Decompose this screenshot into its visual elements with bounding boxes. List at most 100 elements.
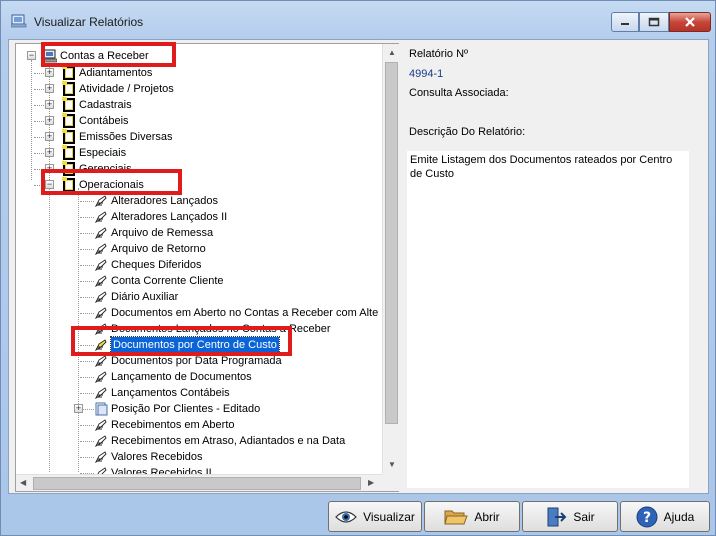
tree-report-label: Posição Por Clientes - Editado <box>111 403 261 415</box>
close-button[interactable] <box>669 12 711 32</box>
expand-icon[interactable]: + <box>45 100 54 109</box>
tree-report-item[interactable]: Diário Auxiliar <box>16 289 382 305</box>
tree-report-item[interactable]: Lançamento de Documentos <box>16 369 382 385</box>
expand-icon[interactable]: + <box>45 116 54 125</box>
tree-report-item[interactable]: Documentos Lançados no Contas a Receber <box>16 321 382 337</box>
tree-report-item[interactable]: Valores Recebidos II <box>16 465 382 474</box>
report-number-value: 4994-1 <box>409 68 444 80</box>
tree-category[interactable]: + Especiais <box>16 145 382 161</box>
tree-report-label: Alteradores Lançados <box>111 195 219 207</box>
tree-report-item[interactable]: Documentos por Data Programada <box>16 353 382 369</box>
tree-horizontal-scrollbar[interactable]: ◀ ▶ <box>16 474 382 491</box>
report-pen-icon <box>94 275 107 288</box>
report-pen-icon <box>94 355 107 368</box>
client-area: − Contas a Receber + Adiantamentos + Ativid… <box>8 39 709 494</box>
report-tree-panel: − Contas a Receber + Adiantamentos + Ativid… <box>15 43 399 492</box>
report-pen-icon <box>95 402 108 416</box>
collapse-icon[interactable]: − <box>27 51 36 60</box>
open-button[interactable]: Abrir <box>424 501 520 532</box>
tree-category[interactable]: + Gerenciais <box>16 161 382 177</box>
exit-button[interactable]: Sair <box>522 501 618 532</box>
tree-category-label: Adiantamentos <box>79 67 153 79</box>
tree-report-item[interactable]: + Posição Por Clientes - Editado <box>16 401 382 417</box>
report-pen-icon <box>94 435 107 448</box>
folder-icon <box>62 113 75 128</box>
report-pen-icon <box>94 211 107 224</box>
expand-icon[interactable]: + <box>45 132 54 141</box>
collapse-icon[interactable]: − <box>45 180 54 189</box>
tree-category[interactable]: + Cadastrais <box>16 97 382 113</box>
report-pen-icon <box>94 195 107 208</box>
report-pen-icon <box>94 243 107 256</box>
horizontal-scroll-thumb[interactable] <box>33 477 361 490</box>
report-pen-icon <box>94 227 107 240</box>
tree-report-item[interactable]: Alteradores Lançados <box>16 193 382 209</box>
vertical-scroll-thumb[interactable] <box>385 62 398 424</box>
tree-report-label: Valores Recebidos II <box>111 467 212 474</box>
tree-category[interactable]: + Contábeis <box>16 113 382 129</box>
tree-report-item[interactable]: Conta Corrente Cliente <box>16 273 382 289</box>
tree-vertical-scrollbar[interactable]: ▲ ▼ <box>382 44 399 474</box>
maximize-button[interactable] <box>639 12 669 32</box>
report-pen-icon <box>94 387 107 400</box>
description-textbox[interactable]: Emite Listagem dos Documentos rateados p… <box>407 151 689 488</box>
maximize-icon <box>648 17 660 27</box>
tree-report-item[interactable]: Arquivo de Remessa <box>16 225 382 241</box>
folder-icon <box>62 65 75 80</box>
tree-report-item[interactable]: Recebimentos em Aberto <box>16 417 382 433</box>
expand-icon[interactable]: + <box>45 148 54 157</box>
tree-report-item[interactable]: Lançamentos Contábeis <box>16 385 382 401</box>
scroll-up-icon[interactable]: ▲ <box>388 48 396 57</box>
title-bar[interactable]: Visualizar Relatórios <box>1 1 715 39</box>
tree-report-label: Arquivo de Remessa <box>111 227 214 239</box>
window-title: Visualizar Relatórios <box>34 15 144 29</box>
expand-icon[interactable]: + <box>45 68 54 77</box>
eye-icon <box>335 510 357 523</box>
tree-report-label: Recebimentos em Aberto <box>111 419 235 431</box>
folder-icon <box>62 81 75 96</box>
tree-category[interactable]: + Adiantamentos <box>16 65 382 81</box>
expand-icon[interactable]: + <box>45 84 54 93</box>
report-tree[interactable]: − Contas a Receber + Adiantamentos + Ativid… <box>16 44 382 474</box>
tree-report-label: Recebimentos em Atraso, Adiantados e na … <box>111 435 346 447</box>
tree-report-label: Alteradores Lançados II <box>111 211 228 223</box>
tree-report-item[interactable]: Valores Recebidos <box>16 449 382 465</box>
tree-report-label: Arquivo de Retorno <box>111 243 206 255</box>
tree-category-label: Gerenciais <box>79 163 132 175</box>
folder-icon <box>62 161 75 176</box>
tree-report-label: Documentos Lançados no Contas a Receber <box>111 323 331 335</box>
help-button[interactable]: ? Ajuda <box>620 501 710 532</box>
scroll-down-icon[interactable]: ▼ <box>388 460 396 469</box>
exit-door-icon <box>547 507 567 526</box>
tree-report-item[interactable]: Documentos por Centro de Custo <box>16 336 382 354</box>
view-button[interactable]: Visualizar <box>328 501 422 532</box>
tree-category-label: Contábeis <box>79 115 129 127</box>
tree-report-item[interactable]: Arquivo de Retorno <box>16 241 382 257</box>
tree-category[interactable]: + Atividade / Projetos <box>16 81 382 97</box>
report-app-icon <box>11 14 27 28</box>
view-button-label: Visualizar <box>363 509 415 524</box>
scroll-right-icon[interactable]: ▶ <box>368 478 374 487</box>
tree-report-item[interactable]: Alteradores Lançados II <box>16 209 382 225</box>
tree-report-item[interactable]: Cheques Diferidos <box>16 257 382 273</box>
tree-report-label: Cheques Diferidos <box>111 259 202 271</box>
tree-report-item[interactable]: Documentos em Aberto no Contas a Receber… <box>16 305 382 321</box>
tree-report-label: Documentos em Aberto no Contas a Receber… <box>111 307 379 319</box>
tree-report-label: Documentos por Centro de Custo <box>110 336 280 354</box>
scroll-left-icon[interactable]: ◀ <box>20 478 26 487</box>
report-selected-icon <box>94 339 107 352</box>
tree-category-label: Operacionais <box>79 179 144 191</box>
tree-root-node[interactable]: − Contas a Receber <box>16 48 382 64</box>
expand-icon[interactable]: + <box>45 164 54 173</box>
minimize-button[interactable] <box>611 12 639 32</box>
tree-report-item[interactable]: Recebimentos em Atraso, Adiantados e na … <box>16 433 382 449</box>
tree-category[interactable]: + Emissões Diversas <box>16 129 382 145</box>
computer-icon <box>43 49 57 63</box>
report-pen-icon <box>94 291 107 304</box>
tree-report-label: Valores Recebidos <box>111 451 203 463</box>
svg-text:?: ? <box>643 510 651 526</box>
expand-icon[interactable]: + <box>74 404 83 413</box>
report-pen-icon <box>94 419 107 432</box>
report-pen-icon <box>94 451 107 464</box>
tree-category-operacionais[interactable]: − Operacionais <box>16 177 382 193</box>
